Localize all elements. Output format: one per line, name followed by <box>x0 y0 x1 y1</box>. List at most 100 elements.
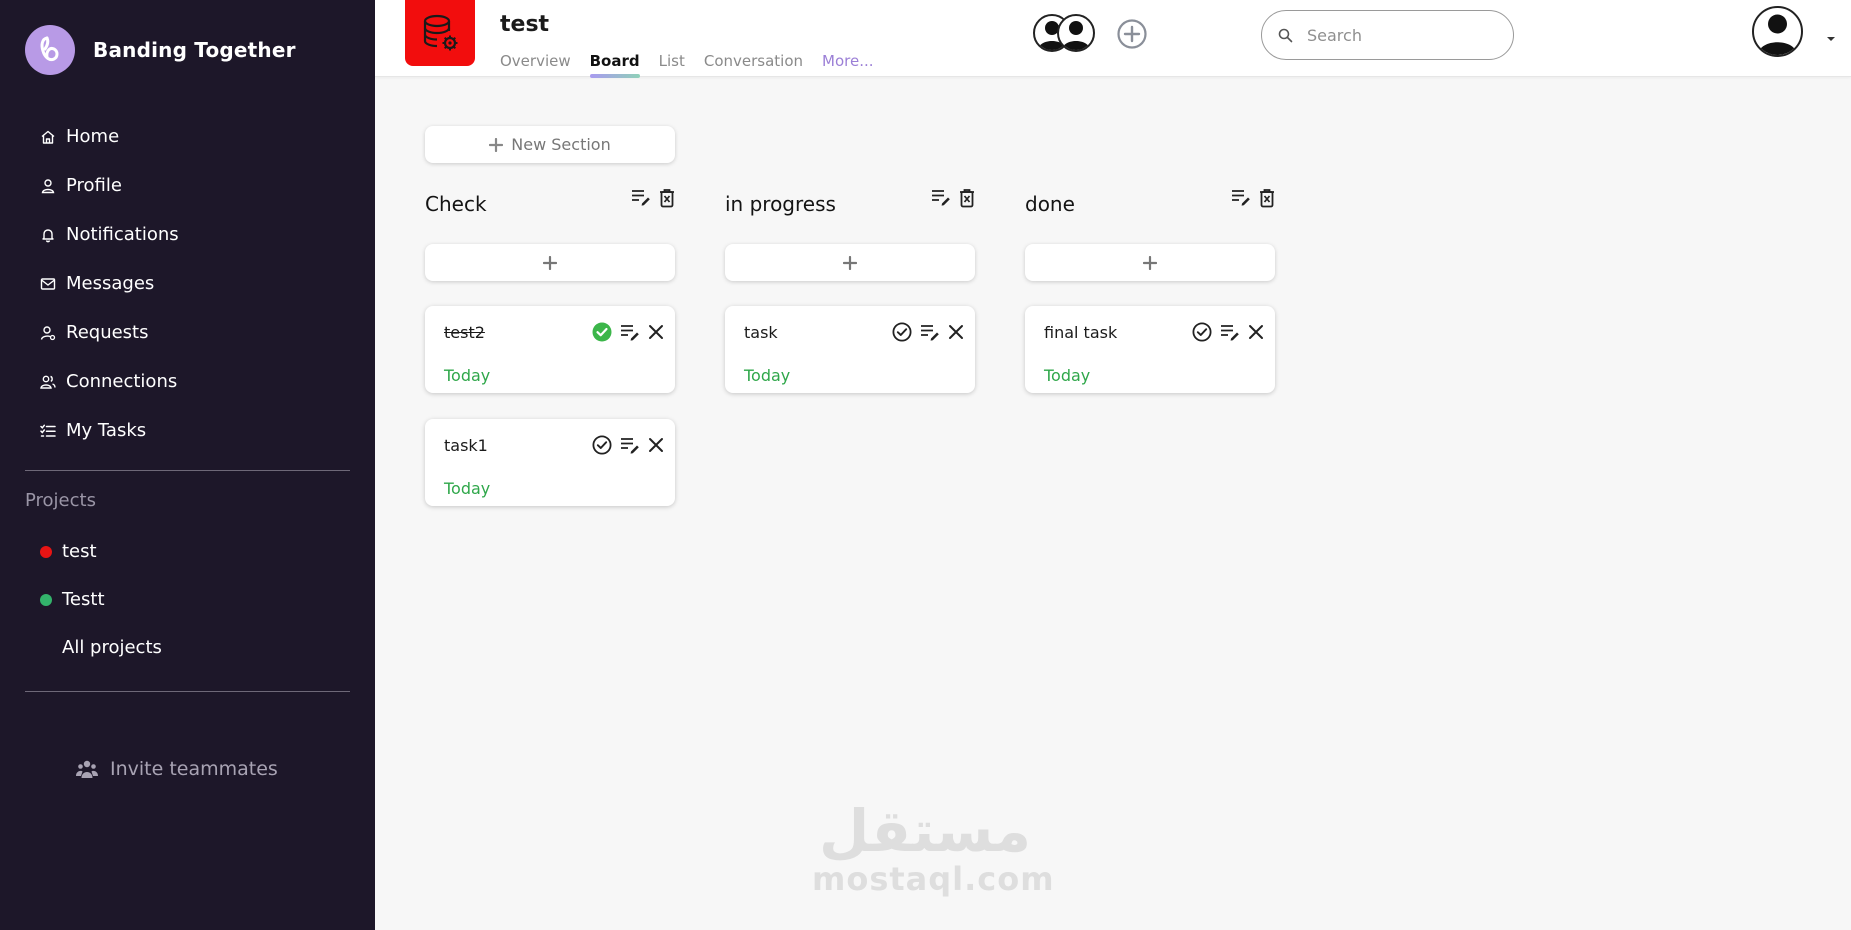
tab-board[interactable]: Board <box>589 52 640 78</box>
caret-down-icon <box>1827 37 1835 41</box>
search-input[interactable] <box>1307 25 1487 45</box>
all-projects-label: All projects <box>62 637 162 658</box>
tab-overview[interactable]: Overview <box>500 52 571 70</box>
sidebar-item-home[interactable]: Home <box>40 112 179 161</box>
add-task-button[interactable] <box>725 244 975 281</box>
sidebar-item-notifications[interactable]: Notifications <box>40 210 179 259</box>
brand-name: Banding Together <box>93 38 296 62</box>
column-title: done <box>1025 192 1075 216</box>
project-item-test[interactable]: test <box>40 541 97 562</box>
sidebar-item-label: Profile <box>66 175 122 196</box>
edit-task-button[interactable] <box>1220 323 1240 341</box>
delete-task-button[interactable] <box>948 324 964 340</box>
tab-conversation[interactable]: Conversation <box>704 52 803 70</box>
edit-section-button[interactable] <box>631 188 651 212</box>
delete-task-button[interactable] <box>648 437 664 453</box>
edit-task-button[interactable] <box>920 323 940 341</box>
task-card[interactable]: task1 Today <box>425 419 675 506</box>
search-box[interactable] <box>1261 10 1514 60</box>
invite-teammates-button[interactable]: Invite teammates <box>76 758 278 780</box>
complete-task-button[interactable] <box>592 435 612 455</box>
task-list-icon <box>40 424 56 437</box>
sidebar-item-profile[interactable]: Profile <box>40 161 179 210</box>
board-column-done: done final task Today <box>1025 188 1275 398</box>
task-due-date: Today <box>1044 366 1091 385</box>
project-item-testt[interactable]: Testt <box>40 589 105 610</box>
sidebar-item-label: Home <box>66 126 120 147</box>
project-header: test Overview Board List Conversation Mo… <box>375 0 1851 78</box>
task-card[interactable]: final task Today <box>1025 306 1275 393</box>
check-circle-icon <box>592 435 612 455</box>
page-title: test <box>500 12 550 37</box>
edit-section-button[interactable] <box>1231 188 1251 212</box>
tab-list[interactable]: List <box>659 52 685 70</box>
sidebar-item-label: Requests <box>66 322 149 343</box>
edit-list-icon <box>621 325 639 341</box>
sidebar-item-label: Notifications <box>66 224 179 245</box>
delete-task-button[interactable] <box>648 324 664 340</box>
complete-task-button[interactable] <box>1192 322 1212 342</box>
task-due-date: Today <box>444 479 491 498</box>
sidebar-item-requests[interactable]: Requests <box>40 308 179 357</box>
plus-icon <box>543 255 557 270</box>
team-icon <box>76 760 98 778</box>
close-icon <box>1249 325 1263 339</box>
sidebar-item-connections[interactable]: Connections <box>40 357 179 406</box>
delete-section-button[interactable] <box>1259 188 1275 212</box>
member-avatar <box>1057 14 1095 52</box>
edit-list-icon <box>1232 190 1250 206</box>
close-icon <box>949 325 963 339</box>
edit-task-button[interactable] <box>620 436 640 454</box>
user-avatar[interactable] <box>1752 6 1803 57</box>
task-due-date: Today <box>744 366 791 385</box>
watermark-latin: mostaql.com <box>812 860 1055 898</box>
delete-section-button[interactable] <box>959 188 975 212</box>
edit-task-button[interactable] <box>620 323 640 341</box>
column-title: in progress <box>725 192 836 216</box>
sidebar-item-label: Messages <box>66 273 155 294</box>
column-title: Check <box>425 192 487 216</box>
bell-icon <box>42 228 54 242</box>
user-request-icon <box>40 325 56 340</box>
column-header: in progress <box>725 188 975 218</box>
add-task-button[interactable] <box>425 244 675 281</box>
check-circle-icon <box>1192 322 1212 342</box>
new-section-label: New Section <box>511 135 611 154</box>
add-member-button[interactable] <box>1116 18 1148 54</box>
close-icon <box>649 438 663 452</box>
task-name: task1 <box>444 436 488 455</box>
task-card[interactable]: task Today <box>725 306 975 393</box>
complete-task-button[interactable] <box>892 322 912 342</box>
project-label: Testt <box>62 589 105 610</box>
task-card[interactable]: test2 Today <box>425 306 675 393</box>
add-task-button[interactable] <box>1025 244 1275 281</box>
task-name: task <box>744 323 778 342</box>
sidebar-item-label: Connections <box>66 371 178 392</box>
edit-list-icon <box>932 190 950 206</box>
sidebar-item-messages[interactable]: Messages <box>40 259 179 308</box>
project-members[interactable] <box>1033 14 1095 52</box>
delete-task-button[interactable] <box>1248 324 1264 340</box>
project-database-icon[interactable] <box>405 0 475 66</box>
sidebar-item-my-tasks[interactable]: My Tasks <box>40 406 179 455</box>
edit-section-button[interactable] <box>931 188 951 212</box>
check-circle-icon <box>892 322 912 342</box>
all-projects-link[interactable]: All projects <box>62 637 162 658</box>
user-icon <box>41 178 55 193</box>
delete-section-button[interactable] <box>659 188 675 212</box>
complete-task-button[interactable] <box>592 322 612 342</box>
search-icon <box>1278 28 1293 42</box>
project-label: test <box>62 541 97 562</box>
column-header: done <box>1025 188 1275 218</box>
brand[interactable]: Banding Together <box>25 25 296 75</box>
task-name: final task <box>1044 323 1118 342</box>
user-menu-dropdown[interactable] <box>1825 28 1837 47</box>
close-icon <box>649 325 663 339</box>
invite-label: Invite teammates <box>110 758 278 780</box>
sidebar-divider <box>25 470 350 471</box>
new-section-button[interactable]: New Section <box>425 126 675 163</box>
task-due-date: Today <box>444 366 491 385</box>
column-header: Check <box>425 188 675 218</box>
tab-more[interactable]: More... <box>822 52 874 70</box>
project-color-dot <box>40 593 52 606</box>
